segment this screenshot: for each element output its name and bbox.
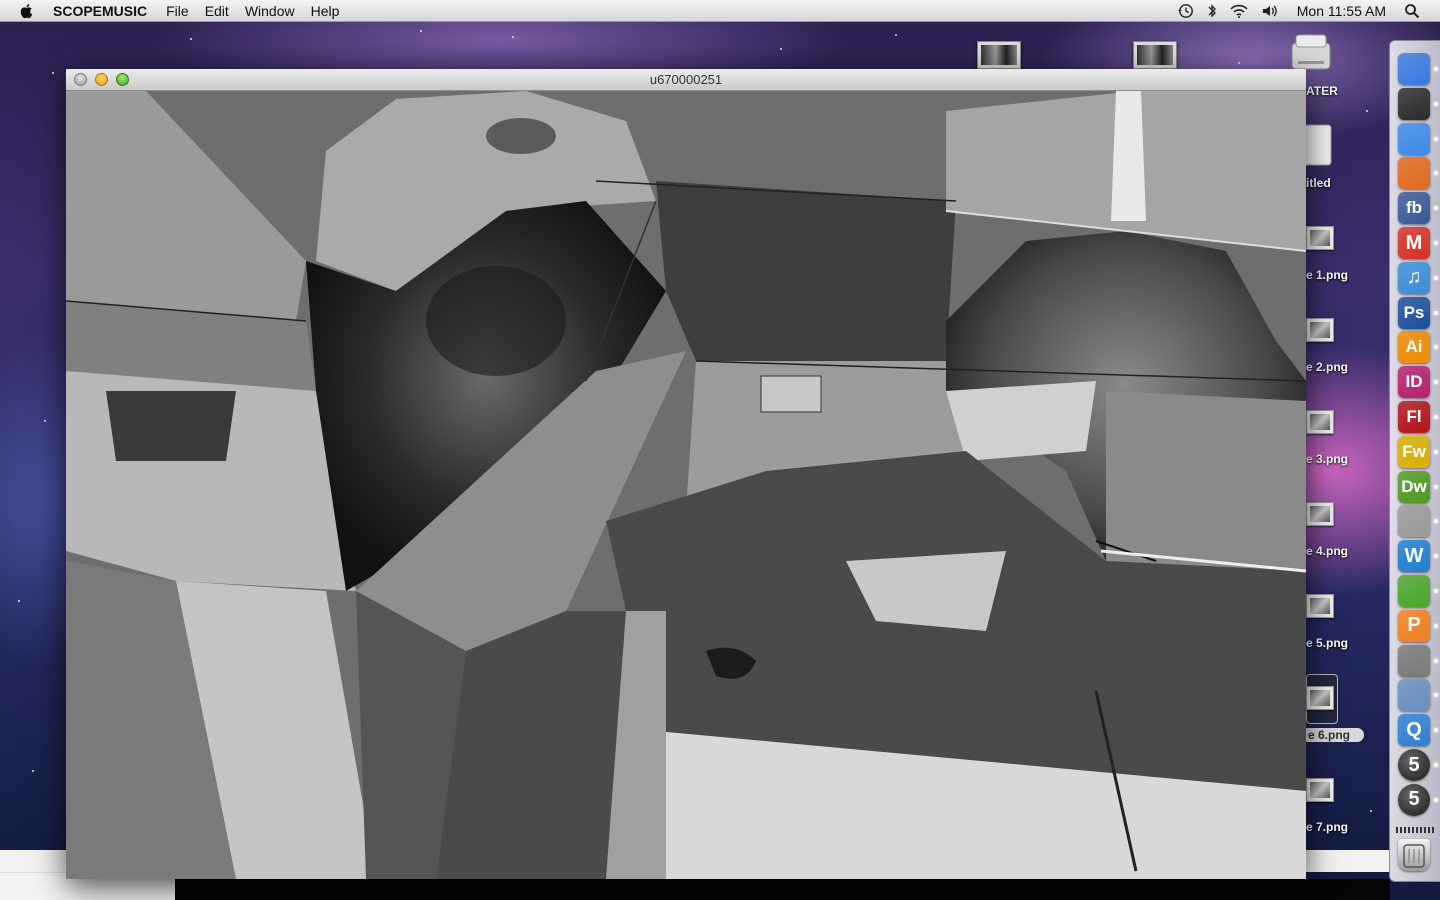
bluetooth-icon[interactable] bbox=[1207, 3, 1217, 19]
dock-running-indicator bbox=[1434, 206, 1438, 211]
dock-running-indicator bbox=[1434, 519, 1438, 524]
desktop-icon-label: e 2.png bbox=[1306, 360, 1349, 374]
wifi-icon[interactable] bbox=[1229, 3, 1249, 19]
dock-app-5b-icon[interactable]: 5 bbox=[1398, 783, 1430, 816]
dock-running-indicator bbox=[1434, 623, 1438, 628]
edit-menu[interactable]: Edit bbox=[205, 3, 229, 19]
image-file-icon bbox=[1306, 318, 1334, 342]
dock-indesign-icon[interactable]: ID bbox=[1398, 366, 1430, 399]
dock-finder-icon[interactable] bbox=[1398, 53, 1430, 85]
dock-gmail-icon[interactable]: M bbox=[1398, 227, 1430, 259]
desktop-icon-label: e 5.png bbox=[1306, 636, 1349, 650]
app-menu[interactable]: SCOPEMUSIC bbox=[53, 3, 147, 19]
dock-running-indicator bbox=[1434, 763, 1438, 767]
dock: fb M ♫ Ps Ai ID Fl Fw Dw W P Q 5 5 bbox=[1389, 40, 1440, 882]
desktop-icon-label: itled bbox=[1306, 176, 1331, 190]
dock-dvd-player-icon[interactable] bbox=[1398, 505, 1430, 538]
desktop-thumbnail[interactable] bbox=[977, 41, 1021, 69]
dock-system-preferences-icon[interactable] bbox=[1398, 644, 1430, 677]
dock-fireworks-icon[interactable]: Fw bbox=[1398, 435, 1430, 468]
dock-running-indicator bbox=[1434, 415, 1438, 419]
volume-icon[interactable] bbox=[1261, 3, 1279, 19]
dock-dreamweaver-icon[interactable]: Dw bbox=[1398, 470, 1430, 503]
image-file-icon bbox=[1306, 502, 1334, 526]
spotlight-icon[interactable] bbox=[1404, 3, 1420, 19]
menu-clock[interactable]: Mon 11:55 AM bbox=[1297, 3, 1386, 19]
dock-app-5a-icon[interactable]: 5 bbox=[1398, 749, 1430, 781]
dock-facebook-icon[interactable]: fb bbox=[1398, 192, 1430, 225]
image-file-icon bbox=[1306, 226, 1334, 250]
help-menu[interactable]: Help bbox=[311, 3, 340, 19]
dock-running-indicator bbox=[1434, 171, 1438, 176]
image-file-icon bbox=[1306, 778, 1334, 802]
desktop-icon-label: e 7.png bbox=[1306, 820, 1349, 834]
desktop-icon-label: e 3.png bbox=[1306, 452, 1349, 466]
dock-running-indicator bbox=[1434, 275, 1438, 280]
desktop-thumbnail[interactable] bbox=[1133, 41, 1177, 69]
dock-app-green-icon[interactable] bbox=[1398, 575, 1430, 607]
background-window-strip bbox=[175, 879, 1390, 900]
dock-flash-icon[interactable]: Fl bbox=[1398, 401, 1430, 433]
scopemusic-window: u670000251 bbox=[66, 69, 1306, 879]
apple-menu-icon[interactable] bbox=[19, 3, 35, 19]
hard-drive-icon bbox=[1291, 34, 1331, 70]
dock-itunes-icon[interactable]: ♫ bbox=[1398, 261, 1430, 294]
image-file-icon bbox=[1306, 686, 1334, 710]
dock-running-indicator bbox=[1434, 310, 1438, 315]
dock-running-indicator bbox=[1434, 241, 1438, 245]
time-machine-icon[interactable] bbox=[1177, 3, 1195, 19]
dock-running-indicator bbox=[1434, 728, 1438, 733]
dock-running-indicator bbox=[1434, 693, 1438, 698]
desktop-icon-label: ATER bbox=[1306, 84, 1338, 98]
window-title: u670000251 bbox=[649, 72, 723, 87]
desktop-icon-label: e 4.png bbox=[1306, 544, 1349, 558]
dock-running-indicator bbox=[1434, 554, 1438, 559]
dock-app-orange-icon[interactable]: P bbox=[1398, 609, 1430, 642]
image-file-icon bbox=[1306, 594, 1334, 618]
desktop-icon-label: e 6.png bbox=[1306, 728, 1365, 742]
kaleidoscope-video-frame bbox=[66, 91, 1306, 879]
desktop-icon-label: e 1.png bbox=[1306, 268, 1349, 282]
dock-running-indicator bbox=[1434, 484, 1438, 489]
dock-running-indicator bbox=[1434, 658, 1438, 663]
dock-illustrator-icon[interactable]: Ai bbox=[1398, 331, 1430, 364]
dock-running-indicator bbox=[1434, 67, 1438, 71]
dock-running-indicator bbox=[1434, 101, 1438, 106]
dock-separator bbox=[1396, 827, 1434, 833]
dock-app-w-icon[interactable]: W bbox=[1398, 540, 1430, 573]
dock-running-indicator bbox=[1434, 589, 1438, 593]
menu-bar: SCOPEMUSIC File Edit Window Help Mon 11:… bbox=[0, 0, 1440, 22]
dock-preview-icon[interactable] bbox=[1398, 679, 1430, 712]
window-titlebar[interactable]: u670000251 bbox=[66, 69, 1306, 91]
dock-running-indicator bbox=[1434, 797, 1438, 802]
video-canvas[interactable] bbox=[66, 91, 1306, 879]
dock-quicktime-icon[interactable]: Q bbox=[1398, 714, 1430, 747]
dock-running-indicator bbox=[1434, 380, 1438, 385]
dock-running-indicator bbox=[1434, 449, 1438, 454]
file-menu[interactable]: File bbox=[166, 3, 189, 19]
dock-running-indicator bbox=[1434, 136, 1438, 141]
window-menu[interactable]: Window bbox=[245, 3, 295, 19]
dock-running-indicator bbox=[1434, 345, 1438, 350]
desktop-bottom-area bbox=[1306, 850, 1390, 872]
dock-firefox-icon[interactable] bbox=[1398, 157, 1430, 190]
dock-safari-icon[interactable] bbox=[1398, 122, 1430, 155]
dock-photoshop-icon[interactable]: Ps bbox=[1398, 296, 1430, 329]
image-file-icon bbox=[1306, 410, 1334, 434]
dock-dashboard-icon[interactable] bbox=[1398, 87, 1430, 120]
trash-icon[interactable] bbox=[1398, 839, 1430, 871]
